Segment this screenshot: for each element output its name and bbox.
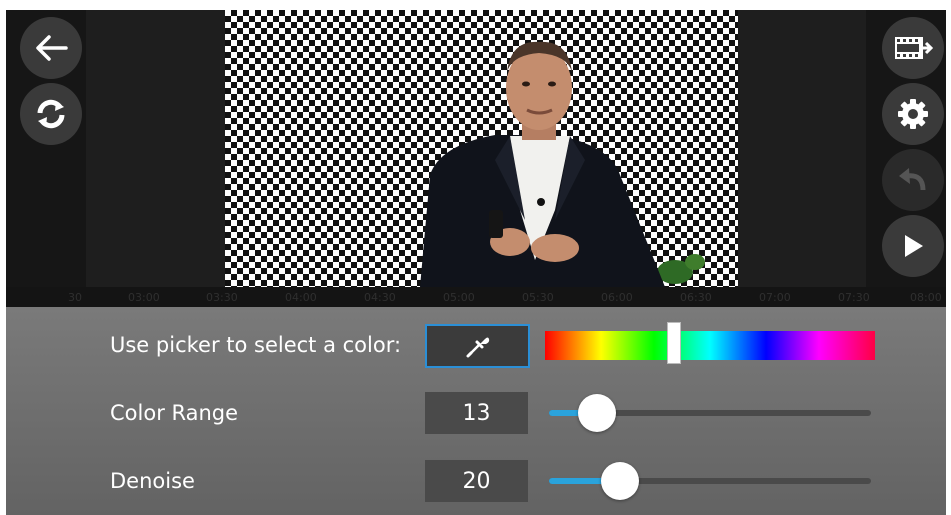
settings-button[interactable]: [882, 83, 944, 145]
presenter-image: [420, 41, 705, 287]
timeline-tick: 06:00: [601, 291, 633, 304]
play-icon: [905, 235, 923, 257]
timeline-tick: 08:00: [910, 291, 942, 304]
denoise-slider-thumb[interactable]: [601, 462, 639, 500]
color-range-value[interactable]: 13: [425, 392, 528, 434]
gear-icon: [898, 99, 928, 129]
undo-button[interactable]: [882, 149, 944, 211]
timeline-tick: 07:00: [759, 291, 791, 304]
color-range-label: Color Range: [110, 401, 239, 425]
refresh-button[interactable]: [20, 83, 82, 145]
back-button[interactable]: [20, 17, 82, 79]
export-button[interactable]: [882, 17, 944, 79]
timeline-tick: 05:30: [522, 291, 554, 304]
timeline-tick: 03:30: [206, 291, 238, 304]
video-editor-app: 30 03:00 03:30 04:00 04:30 05:00 05:30 0…: [6, 10, 946, 515]
picker-label: Use picker to select a color:: [110, 333, 402, 357]
play-button[interactable]: [882, 215, 944, 277]
undo-icon: [899, 168, 926, 191]
color-range-slider[interactable]: [549, 394, 871, 432]
color-picker-button[interactable]: [425, 324, 530, 368]
hue-slider[interactable]: [545, 331, 875, 360]
timeline-tick: 04:00: [285, 291, 317, 304]
timeline-tick: 06:30: [680, 291, 712, 304]
preview-area: [6, 10, 946, 287]
timeline-tick: 30: [68, 291, 82, 304]
timeline-tick: 07:30: [838, 291, 870, 304]
denoise-label: Denoise: [110, 469, 195, 493]
refresh-icon: [37, 99, 65, 129]
timeline-tick: 05:00: [443, 291, 475, 304]
chroma-key-controls: Use picker to select a color: Color Rang…: [6, 307, 946, 515]
video-preview-canvas[interactable]: [225, 10, 738, 287]
timeline-tick: 04:30: [364, 291, 396, 304]
arrow-left-icon: [36, 35, 68, 61]
eyedropper-icon: [466, 337, 489, 358]
film-export-icon: [895, 37, 933, 59]
denoise-slider[interactable]: [549, 462, 871, 500]
color-range-slider-thumb[interactable]: [578, 394, 616, 432]
timeline-tick: 03:00: [128, 291, 160, 304]
hue-slider-handle[interactable]: [667, 322, 681, 364]
timeline-ruler[interactable]: 30 03:00 03:30 04:00 04:30 05:00 05:30 0…: [6, 287, 946, 307]
denoise-value[interactable]: 20: [425, 460, 528, 502]
